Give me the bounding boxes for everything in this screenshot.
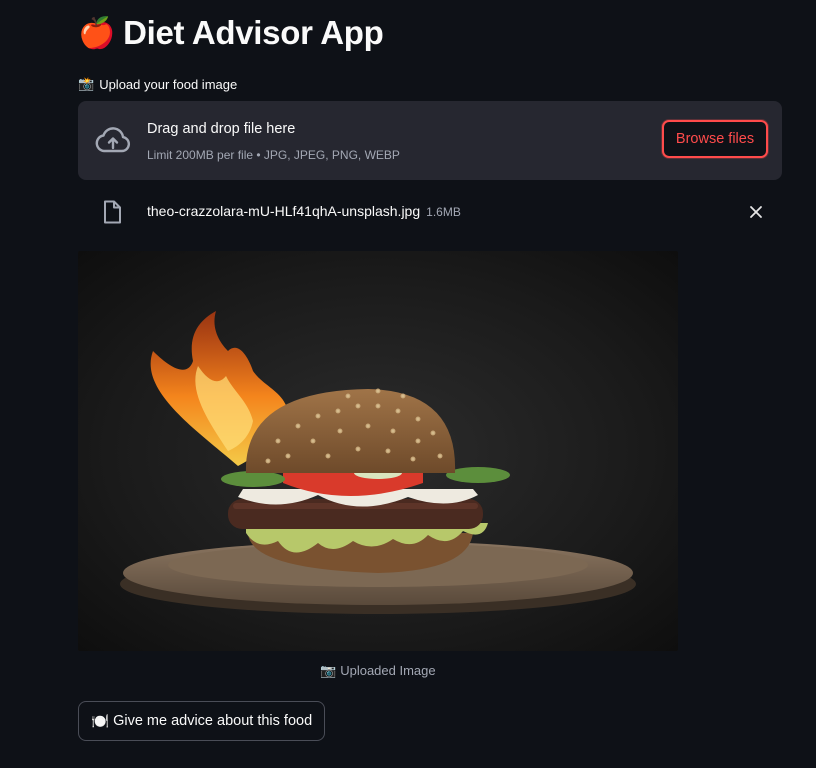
dropzone-limit: Limit 200MB per file • JPG, JPEG, PNG, W…: [147, 148, 400, 162]
plate-icon: 🍽️: [91, 713, 110, 730]
give-advice-button[interactable]: 🍽️ Give me advice about this food: [78, 701, 326, 741]
close-icon[interactable]: [748, 204, 764, 220]
camera-flash-icon: 📸: [78, 76, 95, 91]
cloud-upload-icon: [95, 127, 131, 153]
file-icon: [104, 200, 121, 224]
burger-photo: [78, 251, 678, 651]
file-size: 1.6MB: [426, 205, 461, 219]
file-name: theo-crazzolara-mU-HLf41qhA-unsplash.jpg…: [147, 203, 461, 219]
upload-label: 📸 Upload your food image: [78, 76, 237, 92]
give-advice-button-label: Give me advice about this food: [113, 713, 313, 729]
file-name-text: theo-crazzolara-mU-HLf41qhA-unsplash.jpg: [147, 203, 421, 219]
page-title: 🍎 Diet Advisor App: [78, 14, 384, 52]
uploaded-file-row: theo-crazzolara-mU-HLf41qhA-unsplash.jpg…: [78, 192, 782, 232]
image-caption-text: Uploaded Image: [340, 663, 436, 678]
dropzone-instructions: Drag and drop file here: [147, 121, 296, 137]
apple-icon: 🍎: [78, 16, 116, 50]
page-title-text: Diet Advisor App: [123, 14, 384, 51]
browse-files-button[interactable]: Browse files: [662, 120, 768, 158]
uploaded-image: [78, 251, 678, 651]
app-page: 🍎 Diet Advisor App 📸 Upload your food im…: [0, 0, 816, 768]
camera-icon: 📷: [320, 663, 337, 678]
upload-label-text: Upload your food image: [99, 76, 238, 92]
file-dropzone[interactable]: Drag and drop file here Limit 200MB per …: [78, 101, 782, 180]
image-caption: 📷 Uploaded Image: [78, 663, 678, 679]
